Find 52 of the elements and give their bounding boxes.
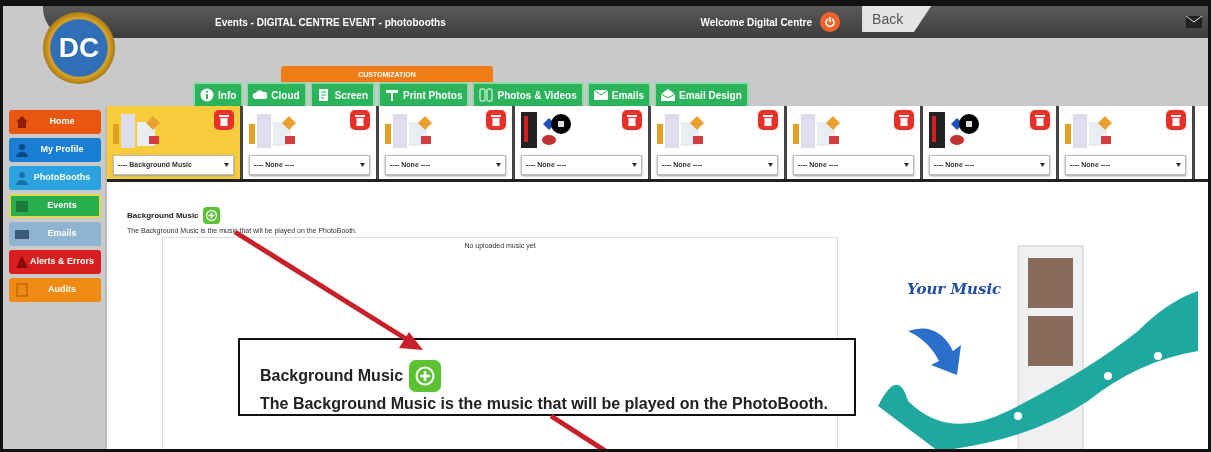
trash-icon <box>627 114 637 126</box>
callout-title: Background Music <box>260 366 404 386</box>
caret-icon <box>1176 163 1181 167</box>
person-icon <box>15 143 29 157</box>
section-title: Background Music <box>127 209 199 222</box>
trash-icon <box>355 114 365 126</box>
person-icon <box>15 171 29 185</box>
envelope-icon <box>15 227 29 241</box>
envelope-icon[interactable] <box>1186 16 1202 28</box>
booth-drawing <box>929 110 979 150</box>
delete-button[interactable] <box>758 110 778 130</box>
caret-icon <box>224 163 229 167</box>
trash-icon <box>491 114 501 126</box>
page-title: Events - DIGITAL CENTRE EVENT - photobooths <box>215 15 446 30</box>
house-icon <box>15 115 29 129</box>
sidebar-item[interactable]: Home <box>9 110 101 134</box>
delete-button[interactable] <box>1166 110 1186 130</box>
envelope-icon <box>661 88 675 102</box>
caret-icon <box>360 163 365 167</box>
delete-button[interactable] <box>622 110 642 130</box>
power-icon <box>824 16 837 28</box>
power-button[interactable] <box>820 12 841 32</box>
caret-icon <box>1040 163 1045 167</box>
caret-icon <box>632 163 637 167</box>
caret-icon <box>768 163 773 167</box>
trash-icon <box>1171 114 1181 126</box>
delete-button[interactable] <box>486 110 506 130</box>
back-tab[interactable]: Back <box>862 6 932 32</box>
callout-description: The Background Music is the music that will be played on the PhotoBooth. <box>260 394 830 414</box>
trash-icon <box>763 114 773 126</box>
welcome-text: Welcome Digital Centre <box>700 15 813 30</box>
document-icon <box>316 88 331 102</box>
trash-icon <box>1035 114 1045 126</box>
trash-icon <box>899 114 909 126</box>
cloud-icon <box>253 88 268 102</box>
caret-icon <box>496 163 501 167</box>
envelope-icon <box>593 88 608 102</box>
booth-drawing <box>521 110 571 150</box>
document-icon <box>15 283 29 297</box>
info-icon <box>200 88 214 102</box>
delete-button[interactable] <box>1030 110 1050 130</box>
plus-icon <box>409 360 442 392</box>
delete-button[interactable] <box>350 110 370 130</box>
caret-icon <box>904 163 909 167</box>
sidebar-item[interactable]: Alerts & Errors <box>9 250 101 274</box>
sidebar-item[interactable]: My Profile <box>9 138 101 162</box>
add-button[interactable] <box>202 207 220 224</box>
trash-icon <box>219 114 229 126</box>
delete-button[interactable] <box>214 110 234 130</box>
warning-icon <box>15 255 29 269</box>
delete-button[interactable] <box>894 110 914 130</box>
promo-caption: Your Music <box>907 279 1002 300</box>
